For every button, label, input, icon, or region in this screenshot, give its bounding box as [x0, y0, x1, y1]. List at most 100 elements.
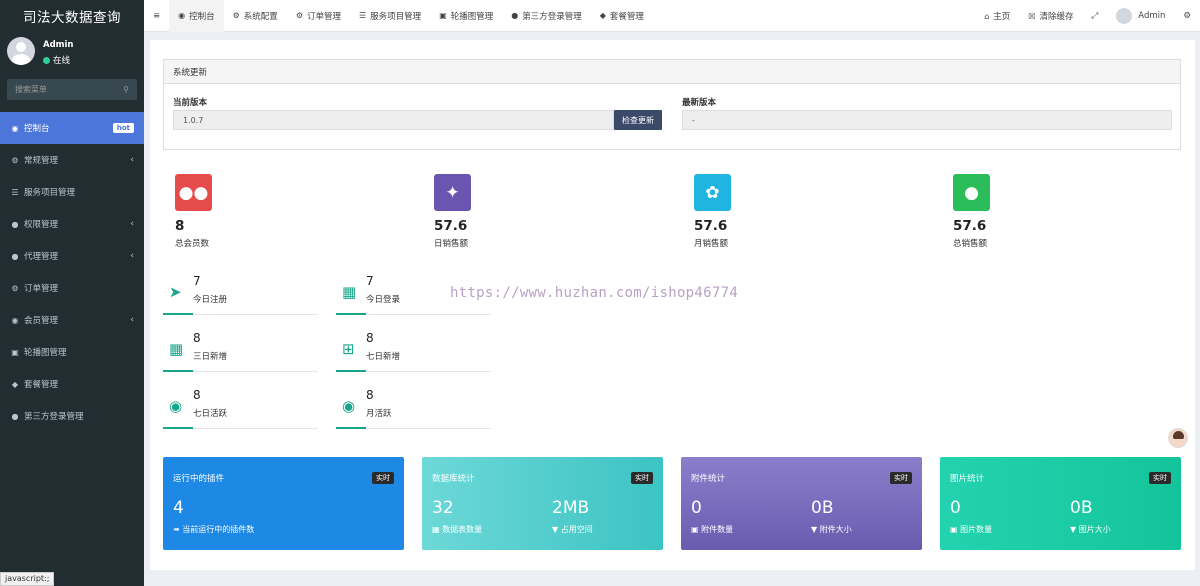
- image-icon: ▣: [439, 11, 447, 20]
- sidebar-item-packages[interactable]: ◆ 套餐管理: [0, 368, 144, 400]
- tab-services[interactable]: ☰ 服务项目管理: [350, 0, 430, 32]
- user-status: 在线: [43, 54, 70, 66]
- card-subtitle-secondary: ▼ 附件大小: [811, 525, 852, 534]
- mini-stat-value: 7: [193, 274, 201, 288]
- watermark-text: https://www.huzhan.com/ishop46774: [450, 285, 739, 301]
- tab-label: 订单管理: [306, 11, 341, 22]
- mini-stat-label: 今日登录: [366, 295, 401, 305]
- card-subtitle-text: 附件数量: [701, 525, 734, 534]
- home-label: 主页: [993, 12, 1011, 22]
- search-icon[interactable]: ⚲: [123, 85, 129, 94]
- gear-icon: ⚙: [295, 11, 303, 20]
- avatar: [1116, 8, 1133, 24]
- sidebar-item-label: 权限管理: [24, 220, 59, 230]
- card-value: 0: [691, 498, 702, 518]
- underline: [163, 427, 193, 429]
- check-update-button[interactable]: 检查更新: [614, 110, 662, 130]
- topbar-right: ⌂ 主页 ☒ 清除缓存 ⤢ Admin ⚙: [975, 0, 1200, 32]
- tab-orders[interactable]: ⚙ 订单管理: [287, 0, 350, 32]
- user-name: Admin: [43, 40, 74, 50]
- card-subtitle-text: 占用空间: [560, 525, 593, 534]
- fullscreen-button[interactable]: ⤢: [1082, 0, 1107, 32]
- card-title: 数据库统计: [432, 474, 475, 484]
- sidebar-item-label: 常规管理: [24, 156, 59, 166]
- sidebar-item-label: 服务项目管理: [24, 188, 76, 198]
- card-subtitle: ▣ 附件数量: [691, 525, 734, 534]
- sidebar-search-placeholder: 搜索菜单: [15, 85, 47, 94]
- panel-title: 系统更新: [164, 60, 1180, 84]
- sidebar-item-carousel[interactable]: ▣ 轮播图管理: [0, 336, 144, 368]
- sidebar-item-label: 订单管理: [24, 284, 59, 294]
- stat-daily-sales: ✦ 57.6 日销售额: [434, 174, 471, 249]
- card-value-secondary: 0B: [1070, 498, 1093, 518]
- sidebar-item-services[interactable]: ☰ 服务项目管理: [0, 176, 144, 208]
- sidebar-item-label: 套餐管理: [24, 380, 59, 390]
- card-subtitle-text: 图片大小: [1078, 525, 1111, 534]
- underline: [163, 313, 193, 315]
- sidebar-menu: ◉ 控制台 hot ⚙ 常规管理 ‹ ☰ 服务项目管理 ● 权限管理 ‹ ● 代理管理 ‹ ⚙ 订单…: [0, 112, 144, 432]
- sidebar-item-permissions[interactable]: ● 权限管理 ‹: [0, 208, 144, 240]
- clear-cache-button[interactable]: ☒ 清除缓存: [1019, 0, 1082, 32]
- chevron-left-icon: ‹: [130, 219, 134, 229]
- gear-icon: ⚙: [232, 11, 240, 20]
- calendar-icon: ▦: [169, 340, 184, 358]
- card-attachment-stats: 附件统计 实时 0 0B ▣ 附件数量 ▼ 附件大小: [681, 457, 922, 550]
- tab-label: 控制台: [189, 11, 215, 22]
- user-circle-icon: ◉: [11, 315, 19, 325]
- tab-label: 系统配置: [243, 11, 278, 22]
- mini-stat-label: 月活跃: [366, 409, 392, 419]
- user-circle-icon: ◉: [342, 397, 356, 415]
- sidebar-item-third-party-login[interactable]: ● 第三方登录管理: [0, 400, 144, 432]
- user-status-text: 在线: [53, 56, 71, 66]
- home-button[interactable]: ⌂ 主页: [975, 0, 1019, 32]
- mini-stat-monthly-active: ◉ 8 月活跃: [336, 386, 491, 429]
- sidebar-item-general[interactable]: ⚙ 常规管理 ‹: [0, 144, 144, 176]
- menu-toggle-button[interactable]: ≡: [144, 0, 169, 32]
- list-icon: ☰: [11, 187, 19, 197]
- card-value: 32: [432, 498, 454, 518]
- mini-stat-label: 七日活跃: [193, 409, 228, 419]
- settings-button[interactable]: ⚙: [1174, 0, 1200, 32]
- card-subtitle-text: 附件大小: [819, 525, 852, 534]
- user-menu[interactable]: Admin: [1107, 0, 1174, 32]
- mini-stat-7day-new: ⊞ 8 七日新增: [336, 329, 491, 372]
- card-subtitle: ▣ 图片数量: [950, 525, 993, 534]
- mini-stat-label: 今日注册: [193, 295, 228, 305]
- sidebar-search-input[interactable]: 搜索菜单 ⚲: [7, 79, 137, 100]
- stat-total-members: ●● 8 总会员数: [175, 174, 212, 249]
- clear-cache-label: 清除缓存: [1039, 12, 1074, 22]
- card-value: 4: [173, 498, 184, 518]
- stat-label: 月销售额: [694, 239, 729, 249]
- card-running-plugins: 运行中的插件 实时 4 ➠ 当前运行中的插件数: [163, 457, 404, 550]
- underline: [336, 427, 366, 429]
- app-logo[interactable]: 司法大数据查询: [0, 0, 144, 32]
- home-icon: ⌂: [984, 11, 990, 21]
- tab-carousel[interactable]: ▣ 轮播图管理: [430, 0, 502, 32]
- hot-badge: hot: [112, 123, 134, 133]
- trash-icon: ☒: [1028, 11, 1036, 21]
- tab-packages[interactable]: ◆ 套餐管理: [591, 0, 653, 32]
- online-dot-icon: [43, 56, 50, 64]
- rocket-icon: ➤: [169, 283, 182, 301]
- mini-stat-7day-active: ◉ 8 七日活跃: [163, 386, 318, 429]
- tab-dashboard[interactable]: ◉ 控制台: [169, 0, 224, 32]
- sidebar-item-agents[interactable]: ● 代理管理 ‹: [0, 240, 144, 272]
- group-icon: ●: [11, 251, 19, 261]
- card-title: 运行中的插件: [173, 474, 225, 484]
- chat-avatar-icon[interactable]: [1168, 428, 1188, 448]
- card-subtitle-text: 数据表数量: [442, 525, 483, 534]
- sidebar-item-orders[interactable]: ⚙ 订单管理: [0, 272, 144, 304]
- latest-version-label: 最新版本: [682, 98, 717, 108]
- card-subtitle: ▦ 数据表数量: [432, 525, 483, 534]
- avatar: [7, 37, 35, 65]
- sidebar-item-dashboard[interactable]: ◉ 控制台 hot: [0, 112, 144, 144]
- tab-third-party-login[interactable]: ● 第三方登录管理: [502, 0, 591, 32]
- sidebar-item-members[interactable]: ◉ 会员管理 ‹: [0, 304, 144, 336]
- latest-version-field[interactable]: -: [682, 110, 1172, 130]
- stat-monthly-sales: ✿ 57.6 月销售额: [694, 174, 731, 249]
- tab-system-config[interactable]: ⚙ 系统配置: [224, 0, 287, 32]
- card-subtitle-text: 当前运行中的插件数: [182, 525, 255, 534]
- card-subtitle-text: 图片数量: [960, 525, 993, 534]
- current-version-field[interactable]: 1.0.7: [173, 110, 614, 130]
- user-panel: Admin 在线: [0, 32, 144, 70]
